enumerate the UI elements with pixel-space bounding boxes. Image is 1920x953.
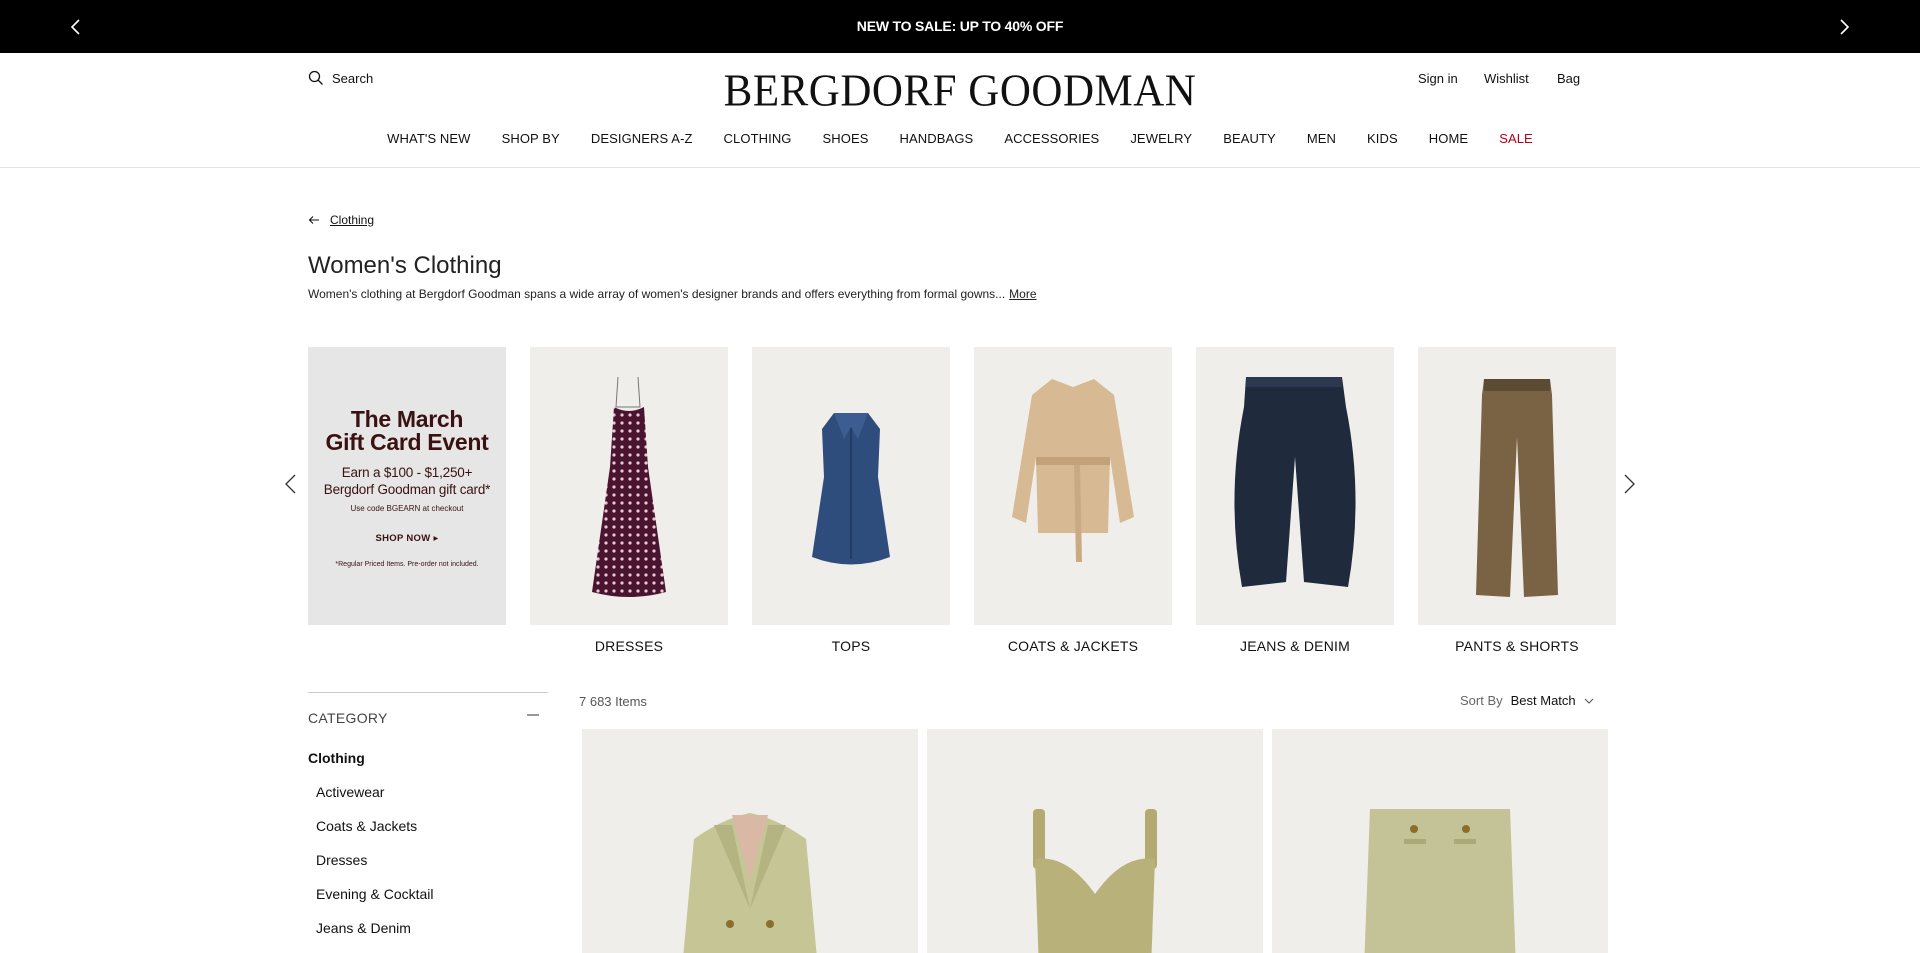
category-label-pants[interactable]: PANTS & SHORTS xyxy=(1418,638,1616,654)
filter-item-coats[interactable]: Coats & Jackets xyxy=(316,818,417,834)
filter-item-evening[interactable]: Evening & Cocktail xyxy=(316,886,434,902)
sort-value: Best Match xyxy=(1510,693,1576,708)
filter-item-jeans[interactable]: Jeans & Denim xyxy=(316,920,411,936)
category-tile-tops[interactable] xyxy=(752,347,950,625)
dress-image xyxy=(592,376,666,597)
nav-sale[interactable]: SALE xyxy=(1499,131,1533,146)
category-tile-dresses[interactable] xyxy=(530,347,728,625)
gift-card-promo-tile[interactable]: The March Gift Card Event Earn a $100 - … xyxy=(308,347,506,625)
site-header: Search BERGDORF GOODMAN Sign in Wishlist… xyxy=(0,53,1920,168)
breadcrumb: Clothing xyxy=(308,213,374,227)
product-card-blazer[interactable] xyxy=(582,729,918,953)
category-tile-pants[interactable] xyxy=(1418,347,1616,625)
nav-shop-by[interactable]: SHOP BY xyxy=(502,131,560,146)
gift-heading-line-2: Gift Card Event xyxy=(325,429,489,455)
promo-message[interactable]: NEW TO SALE: UP TO 40% OFF xyxy=(0,18,1920,34)
gift-fineprint: *Regular Priced Items. Pre-order not inc… xyxy=(335,561,479,568)
main-nav: WHAT'S NEW SHOP BY DESIGNERS A-Z CLOTHIN… xyxy=(0,131,1920,146)
sign-in-link[interactable]: Sign in xyxy=(1418,71,1458,86)
category-label-tops[interactable]: TOPS xyxy=(752,638,950,654)
product-card-corset-top[interactable] xyxy=(927,729,1263,953)
trousers-image xyxy=(1476,379,1558,597)
page-title: Women's Clothing xyxy=(308,252,502,279)
gift-cta-label: SHOP NOW xyxy=(375,533,431,544)
trench-coat-image xyxy=(1012,379,1134,562)
green-trousers-image xyxy=(1364,809,1516,953)
gift-heading-line-1: The March xyxy=(350,406,464,432)
promo-next-icon[interactable] xyxy=(1832,15,1856,39)
category-tile-coats[interactable] xyxy=(974,347,1172,625)
category-label-dresses[interactable]: DRESSES xyxy=(530,638,728,654)
nav-jewelry[interactable]: JEWELRY xyxy=(1130,131,1192,146)
carousel-next-icon[interactable] xyxy=(1619,472,1639,496)
gift-code-text: Use code BGEARN at checkout xyxy=(350,504,464,513)
category-filter-heading[interactable]: CATEGORY xyxy=(308,710,388,726)
nav-home[interactable]: HOME xyxy=(1429,131,1468,146)
nav-beauty[interactable]: BEAUTY xyxy=(1223,131,1276,146)
description-text: Women's clothing at Bergdorf Goodman spa… xyxy=(308,287,1006,301)
sort-dropdown[interactable]: Sort By Best Match xyxy=(1460,693,1596,708)
play-triangle-icon: ▸ xyxy=(433,533,439,544)
carousel-prev-icon[interactable] xyxy=(281,472,301,496)
nav-clothing[interactable]: CLOTHING xyxy=(724,131,792,146)
nav-accessories[interactable]: ACCESSORIES xyxy=(1004,131,1099,146)
back-arrow-icon[interactable] xyxy=(308,215,320,225)
filter-divider xyxy=(308,692,548,693)
read-more-link[interactable]: More xyxy=(1009,287,1036,301)
sort-label: Sort By xyxy=(1460,693,1503,708)
nav-whats-new[interactable]: WHAT'S NEW xyxy=(387,131,470,146)
page-description: Women's clothing at Bergdorf Goodman spa… xyxy=(308,287,1037,301)
gift-subtext-2: Bergdorf Goodman gift card* xyxy=(323,482,491,497)
bag-link[interactable]: Bag xyxy=(1557,71,1580,86)
blazer-image xyxy=(683,813,817,953)
gift-shop-now-link[interactable]: SHOP NOW ▸ xyxy=(308,533,506,544)
filter-item-dresses[interactable]: Dresses xyxy=(316,852,367,868)
category-tile-jeans[interactable] xyxy=(1196,347,1394,625)
nav-handbags[interactable]: HANDBAGS xyxy=(900,131,974,146)
nav-men[interactable]: MEN xyxy=(1307,131,1336,146)
breadcrumb-link[interactable]: Clothing xyxy=(330,213,374,227)
corset-top-image xyxy=(1033,809,1157,953)
filter-category-selected[interactable]: Clothing xyxy=(308,750,365,766)
filter-item-activewear[interactable]: Activewear xyxy=(316,784,384,800)
nav-designers[interactable]: DESIGNERS A-Z xyxy=(591,131,693,146)
collapse-minus-icon[interactable] xyxy=(526,708,540,722)
denim-top-image xyxy=(812,413,890,565)
gift-subtext-1: Earn a $100 - $1,250+ xyxy=(341,465,473,480)
chevron-down-icon xyxy=(1584,698,1594,704)
category-label-jeans[interactable]: JEANS & DENIM xyxy=(1196,638,1394,654)
site-logo[interactable]: BERGDORF GOODMAN xyxy=(0,66,1920,117)
category-label-coats[interactable]: COATS & JACKETS xyxy=(974,638,1172,654)
nav-kids[interactable]: KIDS xyxy=(1367,131,1398,146)
wishlist-link[interactable]: Wishlist xyxy=(1484,71,1529,86)
wide-jeans-image xyxy=(1234,377,1356,587)
product-card-trousers[interactable] xyxy=(1272,729,1608,953)
nav-shoes[interactable]: SHOES xyxy=(823,131,869,146)
promo-bar: NEW TO SALE: UP TO 40% OFF xyxy=(0,0,1920,53)
results-count: 7 683 Items xyxy=(579,694,647,709)
